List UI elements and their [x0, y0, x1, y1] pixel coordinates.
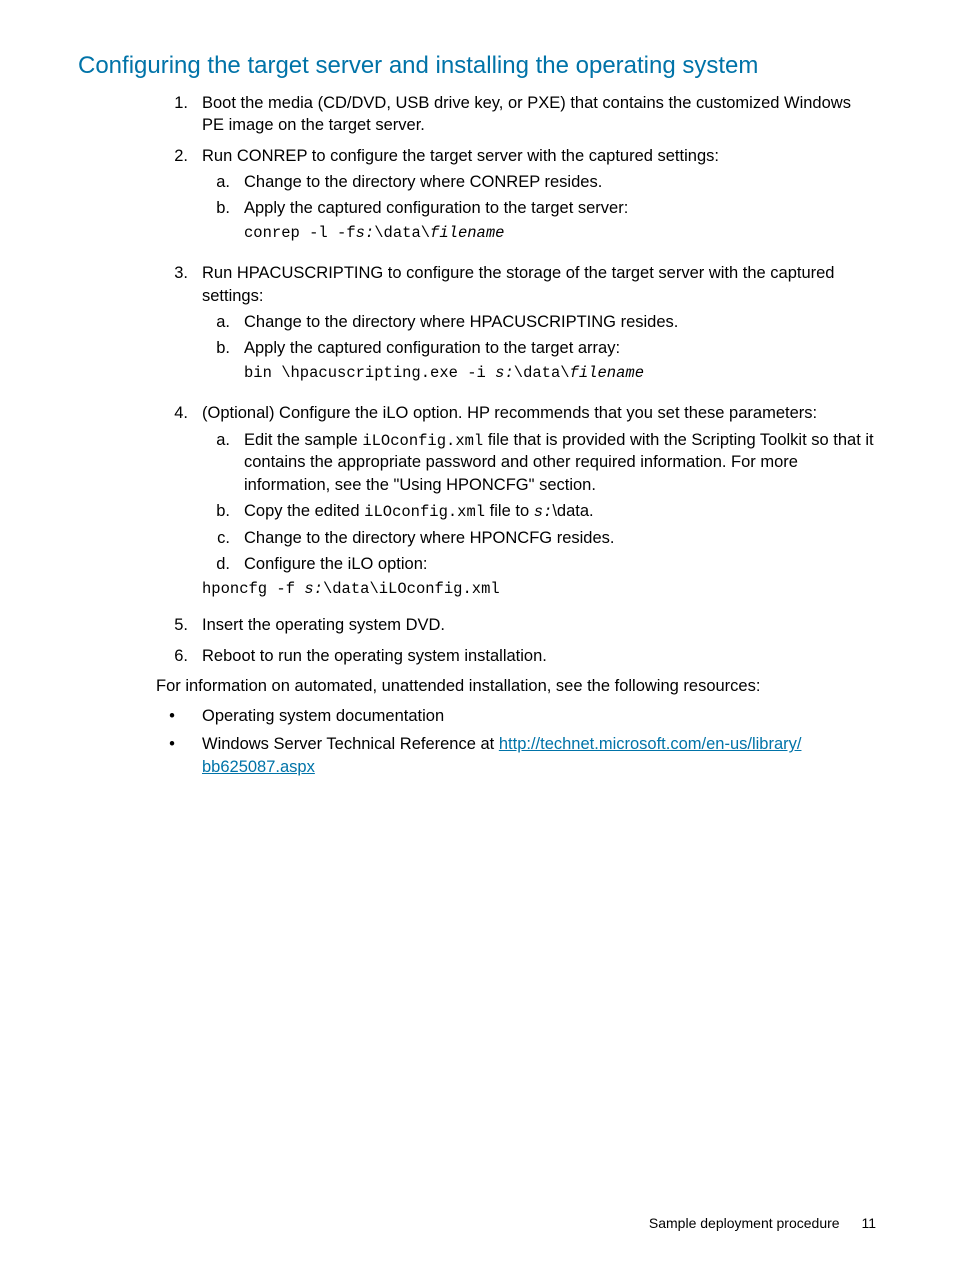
code-text: \data\ [374, 224, 430, 242]
code-var: s: [534, 503, 553, 521]
step-marker: 2. [156, 145, 202, 255]
step-4: 4. (Optional) Configure the iLO option. … [156, 402, 876, 606]
substep-marker: b. [202, 337, 244, 390]
text-run: Windows Server Technical Reference at [202, 735, 499, 753]
code-text: \data\ [514, 364, 570, 382]
substep-marker: a. [202, 311, 244, 333]
step-3: 3. Run HPACUSCRIPTING to configure the s… [156, 262, 876, 394]
code-var: filename [570, 364, 644, 382]
substep-b: b. Apply the captured configuration to t… [202, 337, 644, 390]
body-content: 1. Boot the media (CD/DVD, USB drive key… [78, 92, 876, 778]
step-text: Run HPACUSCRIPTING to configure the stor… [202, 262, 876, 394]
substep-a: a. Change to the directory where CONREP … [202, 171, 602, 193]
link-text: http://technet.microsoft.com/en-us/libra… [499, 735, 802, 753]
substeps: a. Edit the sample iLOconfig.xml file th… [202, 429, 876, 576]
substep-text: Apply the captured configuration to the … [244, 337, 644, 390]
text-run: \data. [552, 502, 593, 520]
substep-intro: Apply the captured configuration to the … [244, 339, 620, 357]
page-content: Configuring the target server and instal… [0, 0, 954, 778]
substep-a: a. Edit the sample iLOconfig.xml file th… [202, 429, 876, 496]
code-block: bin \hpacuscripting.exe -i s:\data\filen… [244, 363, 644, 384]
substep-marker: a. [202, 429, 244, 496]
substep-text: Change to the directory where HPONCFG re… [244, 527, 615, 549]
substep-text: Change to the directory where CONREP res… [244, 171, 602, 193]
step-text: Boot the media (CD/DVD, USB drive key, o… [202, 92, 876, 137]
substep-c: c. Change to the directory where HPONCFG… [202, 527, 615, 549]
bullet-icon: • [156, 705, 202, 727]
substep-text: Apply the captured configuration to the … [244, 197, 628, 250]
substep-text: Edit the sample iLOconfig.xml file that … [244, 429, 876, 496]
page-number: 11 [861, 1215, 876, 1231]
link-text: bb625087.aspx [202, 758, 315, 776]
code-var: s: [304, 580, 323, 598]
step-intro: (Optional) Configure the iLO option. HP … [202, 404, 817, 422]
code-text: conrep -l -f [244, 224, 356, 242]
bullet-icon: • [156, 733, 202, 778]
substep-text: Copy the edited iLOconfig.xml file to s:… [244, 500, 594, 523]
list-text: Operating system documentation [202, 705, 444, 727]
bullet-list: • Operating system documentation • Windo… [156, 705, 876, 778]
step-marker: 1. [156, 92, 202, 137]
paragraph: For information on automated, unattended… [156, 675, 876, 697]
step-text: (Optional) Configure the iLO option. HP … [202, 402, 876, 606]
numbered-steps: 1. Boot the media (CD/DVD, USB drive key… [156, 92, 876, 667]
step-marker: 5. [156, 614, 202, 636]
substep-marker: a. [202, 171, 244, 193]
substeps: a. Change to the directory where HPACUSC… [202, 311, 876, 390]
code-var: s: [495, 364, 514, 382]
list-item: • Operating system documentation [156, 705, 444, 727]
code-text: bin \hpacuscripting.exe -i [244, 364, 495, 382]
step-text: Insert the operating system DVD. [202, 614, 445, 636]
substep-b: b. Copy the edited iLOconfig.xml file to… [202, 500, 594, 523]
substep-text: Change to the directory where HPACUSCRIP… [244, 311, 678, 333]
substeps: a. Change to the directory where CONREP … [202, 171, 719, 250]
substep-marker: c. [202, 527, 244, 549]
text-run: file to [485, 502, 534, 520]
step-6: 6. Reboot to run the operating system in… [156, 645, 547, 667]
page-footer: Sample deployment procedure 11 [649, 1215, 876, 1231]
step-marker: 6. [156, 645, 202, 667]
list-item: • Windows Server Technical Reference at … [156, 733, 801, 778]
list-text: Windows Server Technical Reference at ht… [202, 733, 801, 778]
step-text: Run CONREP to configure the target serve… [202, 145, 719, 255]
code-text: hponcfg -f [202, 580, 304, 598]
code-text: \data\iLOconfig.xml [323, 580, 500, 598]
text-run: Copy the edited [244, 502, 364, 520]
footer-label: Sample deployment procedure [649, 1215, 840, 1231]
step-5: 5. Insert the operating system DVD. [156, 614, 445, 636]
text-run: Edit the sample [244, 431, 362, 449]
step-intro: Run HPACUSCRIPTING to configure the stor… [202, 264, 835, 304]
substep-marker: d. [202, 553, 244, 575]
step-marker: 4. [156, 402, 202, 606]
step-marker: 3. [156, 262, 202, 394]
substep-text: Configure the iLO option: [244, 553, 427, 575]
inline-code: iLOconfig.xml [362, 432, 483, 450]
step-1: 1. Boot the media (CD/DVD, USB drive key… [156, 92, 876, 137]
code-block: hponcfg -f s:\data\iLOconfig.xml [202, 579, 876, 600]
step-intro: Run CONREP to configure the target serve… [202, 147, 719, 165]
substep-marker: b. [202, 197, 244, 250]
inline-code: iLOconfig.xml [364, 503, 485, 521]
substep-intro: Apply the captured configuration to the … [244, 199, 628, 217]
step-2: 2. Run CONREP to configure the target se… [156, 145, 719, 255]
substep-marker: b. [202, 500, 244, 523]
step-text: Reboot to run the operating system insta… [202, 645, 547, 667]
substep-b: b. Apply the captured configuration to t… [202, 197, 628, 250]
substep-d: d. Configure the iLO option: [202, 553, 427, 575]
section-heading: Configuring the target server and instal… [78, 52, 876, 80]
code-var: filename [430, 224, 504, 242]
substep-a: a. Change to the directory where HPACUSC… [202, 311, 678, 333]
code-var: s: [356, 224, 375, 242]
code-block: conrep -l -fs:\data\filename [244, 223, 628, 244]
